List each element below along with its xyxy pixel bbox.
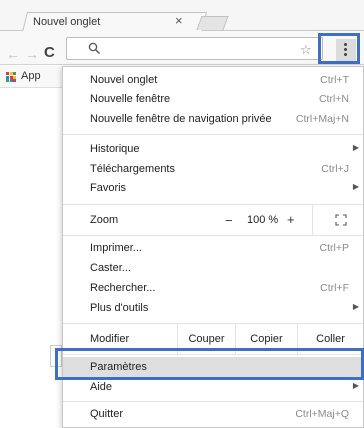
zoom-out-button[interactable]: − [225,213,233,228]
search-icon [88,42,100,54]
apps-shortcut-label[interactable]: App [21,70,41,82]
fullscreen-icon[interactable] [335,214,347,226]
reload-icon[interactable]: C [44,44,55,61]
menu-separator [63,134,363,135]
settings-highlight-box [55,348,364,380]
menu-row-zoom: Zoom − 100 % + [63,205,363,235]
new-tab-button[interactable] [196,16,229,30]
submenu-arrow-icon: ▶ [352,143,359,152]
submenu-arrow-icon: ▶ [352,381,359,390]
address-bar[interactable] [66,37,323,60]
menu-separator [63,401,363,402]
menu-item-help[interactable]: Aide ▶ [63,378,363,398]
forward-arrow-icon[interactable]: → [25,46,39,62]
bookmark-star-icon[interactable]: ☆ [300,42,312,58]
menu-item-new-tab[interactable]: Nouvel onglet Ctrl+T [63,71,363,91]
tab-close-icon[interactable]: × [175,13,183,29]
menu-button-highlight-box [318,33,360,64]
menu-item-incognito[interactable]: Nouvelle fenêtre de navigation privée Ct… [63,110,363,130]
tab-title: Nouvel onglet [33,16,101,28]
submenu-arrow-icon: ▶ [352,302,359,311]
submenu-arrow-icon: ▶ [352,182,359,191]
apps-grid-icon[interactable] [6,72,16,82]
zoom-in-button[interactable]: + [287,212,295,227]
menu-item-new-window[interactable]: Nouvelle fenêtre Ctrl+N [63,90,363,110]
menu-separator [63,235,363,236]
menu-item-print[interactable]: Imprimer... Ctrl+P [63,239,363,259]
zoom-divider [312,205,313,235]
menu-item-cast[interactable]: Caster... [63,259,363,279]
menu-item-more-tools[interactable]: Plus d'outils ▶ [63,299,363,319]
menu-item-find[interactable]: Rechercher... Ctrl+F [63,279,363,299]
zoom-level: 100 % [247,214,279,226]
back-arrow-icon[interactable]: ← [6,46,20,62]
menu-item-bookmarks[interactable]: Favoris ▶ [63,179,363,199]
menu-item-downloads[interactable]: Téléchargements Ctrl+J [63,160,363,180]
menu-item-quit[interactable]: Quitter Ctrl+Maj+Q [63,405,363,425]
menu-item-history[interactable]: Historique ▶ [63,140,363,160]
